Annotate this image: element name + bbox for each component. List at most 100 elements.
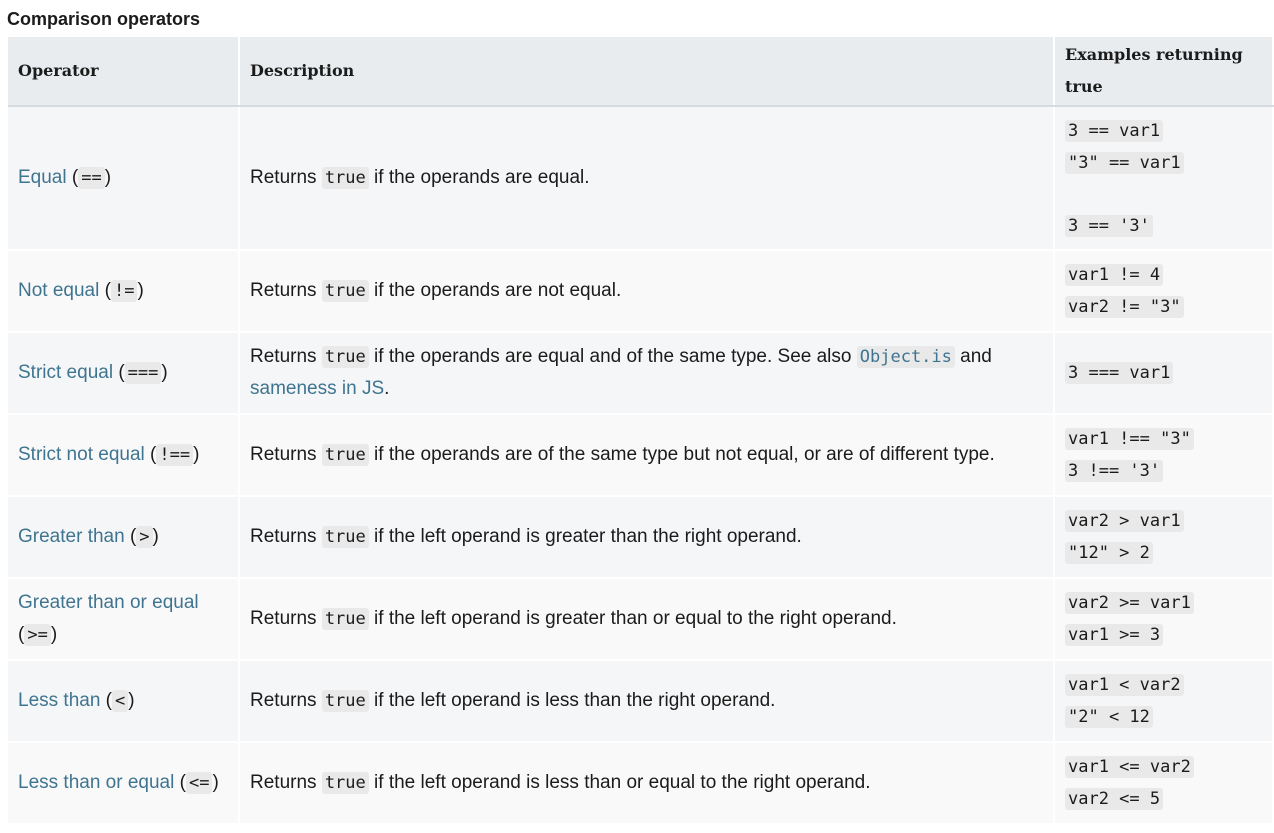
example-code: var1 !== "3" [1065,428,1194,450]
paren-open: ( [174,772,186,793]
paren-open: ( [144,444,157,465]
example-code: 3 !== '3' [1065,460,1164,482]
table-header-row: Operator Description Examples returning … [8,37,1274,107]
description-text: Returns [250,280,322,301]
object-is-link[interactable]: Object.is [856,346,955,368]
operator-link-equal[interactable]: Equal [18,167,67,188]
operator-link-less-than-or-equal[interactable]: Less than or equal [18,772,174,793]
example-code: var1 != 4 [1065,264,1164,286]
description-text: if the operands are equal. [368,167,590,188]
operator-link-greater-than[interactable]: Greater than [18,526,125,547]
operator-cell: Not equal (!=) [8,250,240,333]
examples-cell: var1 != 4 var2 != "3" [1054,250,1274,333]
paren-open: ( [99,280,111,301]
operator-cell: Strict not equal (!==) [8,414,240,497]
example-code: var1 < var2 [1065,674,1184,696]
operator-link-strict-equal[interactable]: Strict equal [18,362,113,383]
paren-close: ) [137,280,144,301]
operator-symbol: === [124,362,162,384]
header-examples: Examples returning true [1054,37,1274,107]
operator-cell: Less than (<) [8,660,240,743]
paren-close: ) [193,444,200,465]
true-keyword: true [321,772,369,794]
true-keyword: true [321,346,369,368]
sameness-link[interactable]: sameness in JS [250,378,384,399]
description-cell: Returns true if the left operand is grea… [239,578,1055,661]
paren-close: ) [152,526,159,547]
comparison-operators-table: Operator Description Examples returning … [8,37,1274,825]
description-text: if the left operand is less than or equa… [368,772,871,793]
examples-cell: var1 !== "3" 3 !== '3' [1054,414,1274,497]
description-text: if the operands are of the same type but… [368,444,995,465]
description-text: if the left operand is less than the rig… [368,690,776,711]
operator-cell: Equal (==) [8,106,240,251]
description-cell: Returns true if the left operand is less… [239,742,1055,825]
header-operator: Operator [8,37,240,107]
true-keyword: true [321,444,369,466]
example-code: var1 <= var2 [1065,756,1194,778]
table-row: Strict not equal (!==) Returns true if t… [8,414,1274,497]
description-cell: Returns true if the left operand is less… [239,660,1055,743]
paren-close: ) [161,362,168,383]
examples-cell: var1 <= var2 var2 <= 5 [1054,742,1274,825]
example-code: "2" < 12 [1065,706,1153,728]
description-text: Returns [250,526,322,547]
operator-cell: Less than or equal (<=) [8,742,240,825]
examples-cell: 3 === var1 [1054,332,1274,415]
true-keyword: true [321,167,369,189]
operator-symbol: !== [156,444,194,466]
operator-link-less-than[interactable]: Less than [18,690,100,711]
operator-symbol: < [112,690,129,712]
operator-symbol: == [78,167,105,189]
examples-cell: var2 >= var1 var1 >= 3 [1054,578,1274,661]
table-row: Strict equal (===) Returns true if the o… [8,332,1274,415]
paren-open: ( [113,362,125,383]
table-row: Greater than or equal(>=) Returns true i… [8,578,1274,661]
example-code: var1 >= 3 [1065,624,1164,646]
operator-link-strict-not-equal[interactable]: Strict not equal [18,444,145,465]
table-row: Less than or equal (<=) Returns true if … [8,742,1274,825]
example-code: 3 == '3' [1065,214,1153,237]
description-text: if the left operand is greater than the … [368,526,802,547]
paren-open: ( [66,167,79,188]
example-code: var2 <= 5 [1065,788,1164,810]
true-keyword: true [321,608,369,630]
description-text: if the operands are equal and of the sam… [368,346,857,367]
examples-cell: var1 < var2 "2" < 12 [1054,660,1274,743]
header-description: Description [239,37,1055,107]
true-keyword: true [321,280,369,302]
examples-cell: var2 > var1 "12" > 2 [1054,496,1274,579]
paren-close: ) [50,624,58,645]
description-text: if the left operand is greater than or e… [368,608,897,629]
description-text: Returns [250,444,322,465]
operator-cell: Strict equal (===) [8,332,240,415]
example-code: var2 > var1 [1065,510,1184,532]
description-cell: Returns true if the left operand is grea… [239,496,1055,579]
description-cell: Returns true if the operands are equal. [239,106,1055,251]
description-text: Returns [250,690,322,711]
paren-open: ( [124,526,137,547]
description-text: Returns [250,608,322,629]
operator-symbol: >= [24,624,51,646]
description-text: . [384,378,390,399]
description-cell: Returns true if the operands are not equ… [239,250,1055,333]
description-cell: Returns true if the operands are equal a… [239,332,1055,415]
paren-close: ) [128,690,135,711]
paren-close: ) [212,772,219,793]
description-text: Returns [250,772,322,793]
description-text: Returns [250,167,322,188]
paren-open: ( [100,690,113,711]
example-code: "12" > 2 [1065,542,1153,564]
operator-cell: Greater than (>) [8,496,240,579]
operator-link-greater-than-or-equal[interactable]: Greater than or equal [18,592,199,613]
table-row: Not equal (!=) Returns true if the opera… [8,250,1274,333]
examples-cell: 3 == var1 "3" == var1 3 == '3' [1054,106,1274,251]
operator-symbol: > [136,526,153,548]
operator-link-not-equal[interactable]: Not equal [18,280,99,301]
table-row: Greater than (>) Returns true if the lef… [8,496,1274,579]
description-cell: Returns true if the operands are of the … [239,414,1055,497]
description-text: and [954,346,992,367]
table-caption: Comparison operators [7,9,201,29]
object-is-code: Object.is [856,346,955,368]
operator-cell: Greater than or equal(>=) [8,578,240,661]
